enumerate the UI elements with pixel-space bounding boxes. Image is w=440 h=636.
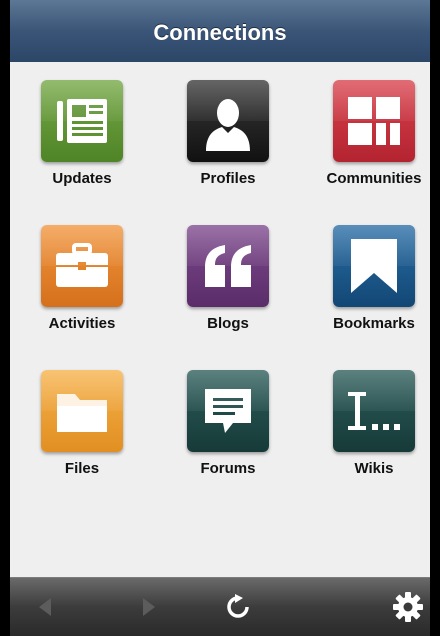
- app-label-files: Files: [64, 460, 100, 477]
- app-tile-communities[interactable]: Communities: [301, 80, 440, 225]
- person-silhouette-icon: [187, 80, 269, 162]
- app-tile-profiles[interactable]: Profiles: [155, 80, 301, 225]
- app-tile-bookmarks[interactable]: Bookmarks: [301, 225, 440, 370]
- speech-bubble-icon: [187, 370, 269, 452]
- app-tile-files[interactable]: Files: [9, 370, 155, 515]
- back-button[interactable]: [28, 578, 64, 636]
- app-label-activities: Activities: [48, 315, 116, 332]
- forward-arrow-icon: [143, 598, 155, 616]
- app-tile-blogs[interactable]: Blogs: [155, 225, 301, 370]
- gear-icon: [393, 592, 423, 622]
- refresh-button[interactable]: [218, 578, 258, 636]
- refresh-icon: [227, 594, 249, 618]
- page-title: Connections: [153, 20, 287, 45]
- app-label-wikis: Wikis: [354, 460, 394, 477]
- communities-grid-icon: [333, 80, 415, 162]
- app-launcher: Updates Profiles Communities Activities …: [10, 62, 430, 577]
- bookmark-icon: [333, 225, 415, 307]
- app-label-communities: Communities: [326, 170, 422, 187]
- app-tile-forums[interactable]: Forums: [155, 370, 301, 515]
- app-label-bookmarks: Bookmarks: [333, 315, 415, 332]
- app-grid: Updates Profiles Communities Activities …: [9, 80, 429, 515]
- forward-button[interactable]: [130, 578, 166, 636]
- app-label-profiles: Profiles: [200, 170, 256, 187]
- bottom-toolbar: [10, 577, 430, 636]
- app-tile-activities[interactable]: Activities: [9, 225, 155, 370]
- settings-button[interactable]: [388, 578, 428, 636]
- back-arrow-icon: [39, 598, 51, 616]
- wiki-cursor-icon: [333, 370, 415, 452]
- app-label-forums: Forums: [200, 460, 256, 477]
- navigation-bar: Connections: [10, 0, 430, 63]
- quote-icon: [187, 225, 269, 307]
- folder-icon: [41, 370, 123, 452]
- newspaper-icon: [41, 80, 123, 162]
- app-label-updates: Updates: [52, 170, 112, 187]
- app-tile-wikis[interactable]: Wikis: [301, 370, 440, 515]
- app-label-blogs: Blogs: [207, 315, 249, 332]
- briefcase-icon: [41, 225, 123, 307]
- app-tile-updates[interactable]: Updates: [9, 80, 155, 225]
